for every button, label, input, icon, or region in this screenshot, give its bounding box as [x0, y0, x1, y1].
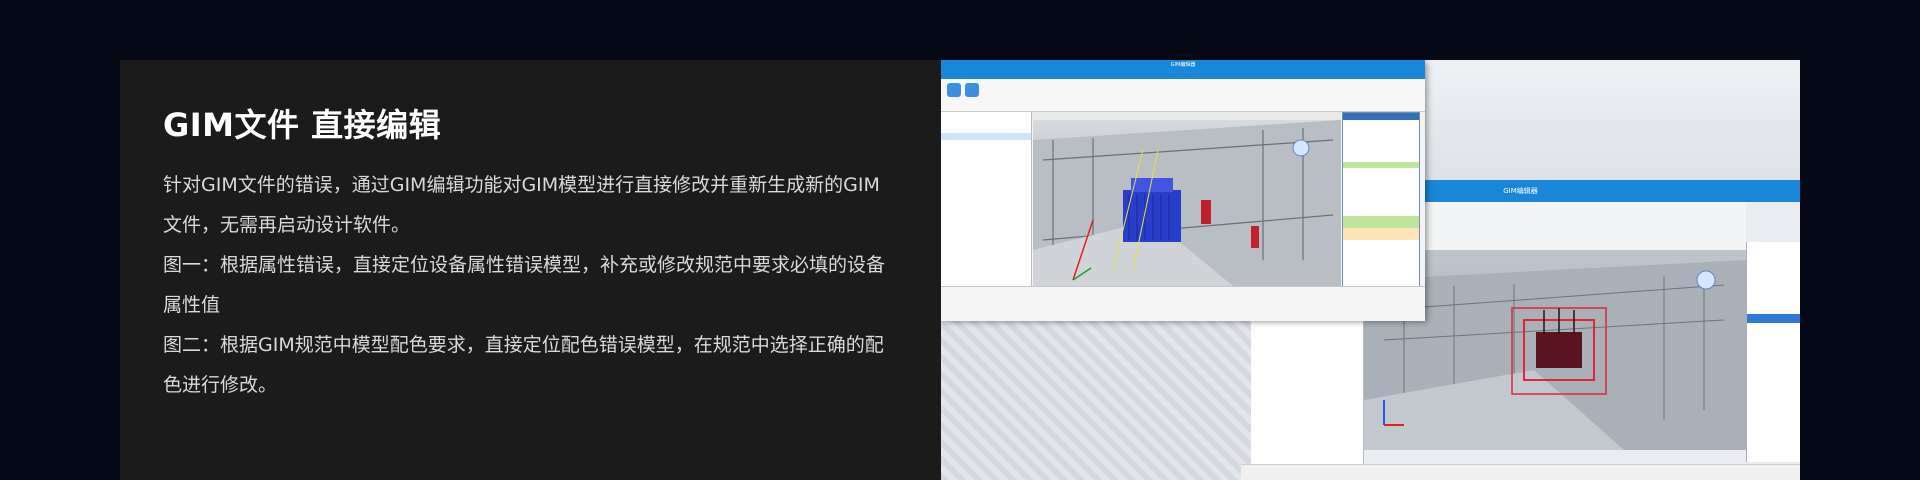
figure-1-property-panel	[1342, 112, 1420, 288]
description-figure-1: 图一：根据属性错误，直接定位设备属性错误模型，补充或修改规范中要求必填的设备属性…	[163, 254, 886, 316]
figure-1-menubar	[941, 70, 1425, 79]
figure-1-ribbon	[941, 79, 1425, 112]
figure-1-bottom-panel	[941, 286, 1425, 321]
screenshot-collage: GIM编辑器 GIM编辑器	[941, 60, 1800, 480]
figure-1-titlebar: GIM编辑器	[941, 60, 1425, 70]
figure-2-property-panel	[1746, 242, 1800, 462]
figure-1-model-tree	[941, 112, 1032, 286]
figure-1-3d-viewport	[1033, 120, 1341, 286]
page-title: GIM文件 直接编辑	[163, 106, 442, 144]
figure-1-screenshot: GIM编辑器	[941, 60, 1425, 321]
description-intro: 针对GIM文件的错误，通过GIM编辑功能对GIM模型进行直接修改并重新生成新的G…	[163, 174, 880, 236]
description: 针对GIM文件的错误，通过GIM编辑功能对GIM模型进行直接修改并重新生成新的G…	[163, 165, 893, 405]
description-figure-2: 图二：根据GIM规范中模型配色要求，直接定位配色错误模型，在规范中选择正确的配色…	[163, 334, 884, 396]
